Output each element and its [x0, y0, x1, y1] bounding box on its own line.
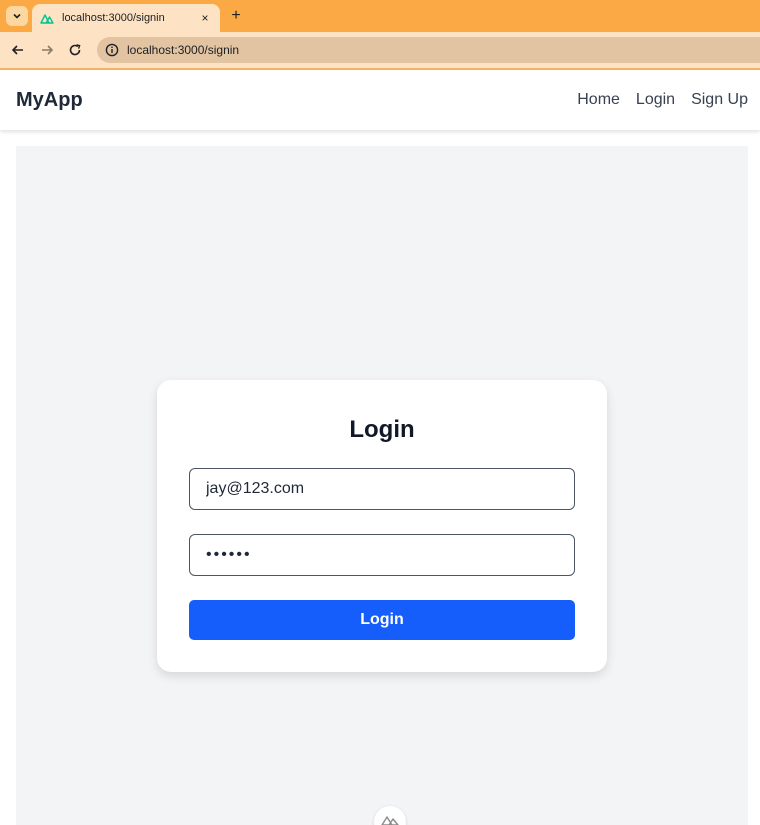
forward-button[interactable] — [37, 40, 57, 60]
arrow-left-icon — [11, 45, 23, 55]
new-tab-button[interactable]: + — [226, 6, 246, 26]
brand-logo[interactable]: MyApp — [16, 89, 83, 112]
tab-title: localhost:3000/signin — [62, 12, 165, 24]
nuxt-devtools-button[interactable] — [374, 806, 406, 825]
reload-button[interactable] — [65, 40, 85, 60]
app-header: MyApp Home Login Sign Up — [0, 70, 760, 130]
main-nav: Home Login Sign Up — [577, 91, 748, 109]
nav-link-login[interactable]: Login — [636, 91, 675, 109]
site-info-icon[interactable] — [105, 43, 119, 57]
arrow-right-icon — [42, 45, 54, 55]
browser-tab-bar: localhost:3000/signin × + — [0, 0, 760, 32]
login-button[interactable]: Login — [189, 600, 575, 640]
nuxt-logo-icon — [381, 816, 399, 825]
back-button[interactable] — [8, 40, 28, 60]
login-card: Login Login — [157, 380, 607, 672]
browser-toolbar: localhost:3000/signin — [0, 32, 760, 68]
reload-icon — [69, 44, 81, 56]
nav-link-home[interactable]: Home — [577, 91, 620, 109]
tab-close-icon[interactable]: × — [198, 11, 212, 25]
chevron-down-icon — [13, 13, 21, 19]
main-content: Login Login — [16, 146, 748, 825]
url-text: localhost:3000/signin — [127, 43, 240, 57]
nav-link-signup[interactable]: Sign Up — [691, 91, 748, 109]
address-bar[interactable]: localhost:3000/signin — [97, 37, 760, 63]
password-input[interactable] — [189, 534, 575, 576]
login-title: Login — [349, 416, 415, 443]
nuxt-favicon-icon — [40, 12, 54, 24]
tab-search-button[interactable] — [6, 6, 28, 26]
email-input[interactable] — [189, 468, 575, 510]
browser-tab[interactable]: localhost:3000/signin × — [32, 4, 220, 32]
